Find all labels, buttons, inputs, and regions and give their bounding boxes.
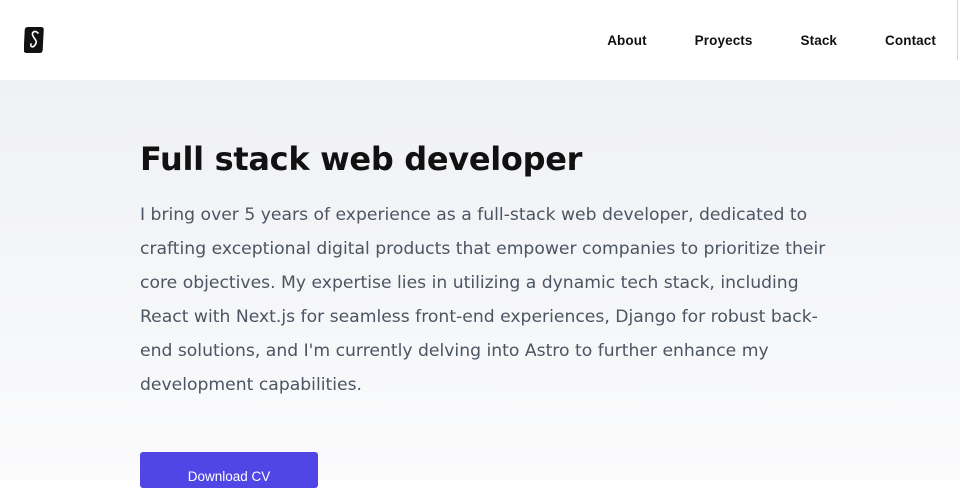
nav-link-stack[interactable]: Stack bbox=[801, 33, 838, 48]
download-cv-button[interactable]: Download CV bbox=[140, 452, 318, 488]
site-header: About Proyects Stack Contact bbox=[0, 0, 960, 80]
nav-link-about[interactable]: About bbox=[607, 33, 646, 48]
hero-title: Full stack web developer bbox=[140, 140, 583, 178]
scrollbar[interactable] bbox=[957, 0, 958, 60]
hero-description: I bring over 5 years of experience as a … bbox=[140, 205, 826, 395]
nav-link-contact[interactable]: Contact bbox=[885, 33, 936, 48]
nav-link-proyects[interactable]: Proyects bbox=[695, 33, 753, 48]
main-nav: About Proyects Stack Contact bbox=[607, 0, 936, 80]
hero-section: Full stack web developer I bring over 5 … bbox=[0, 80, 960, 488]
brand-logo-icon[interactable] bbox=[23, 25, 45, 55]
